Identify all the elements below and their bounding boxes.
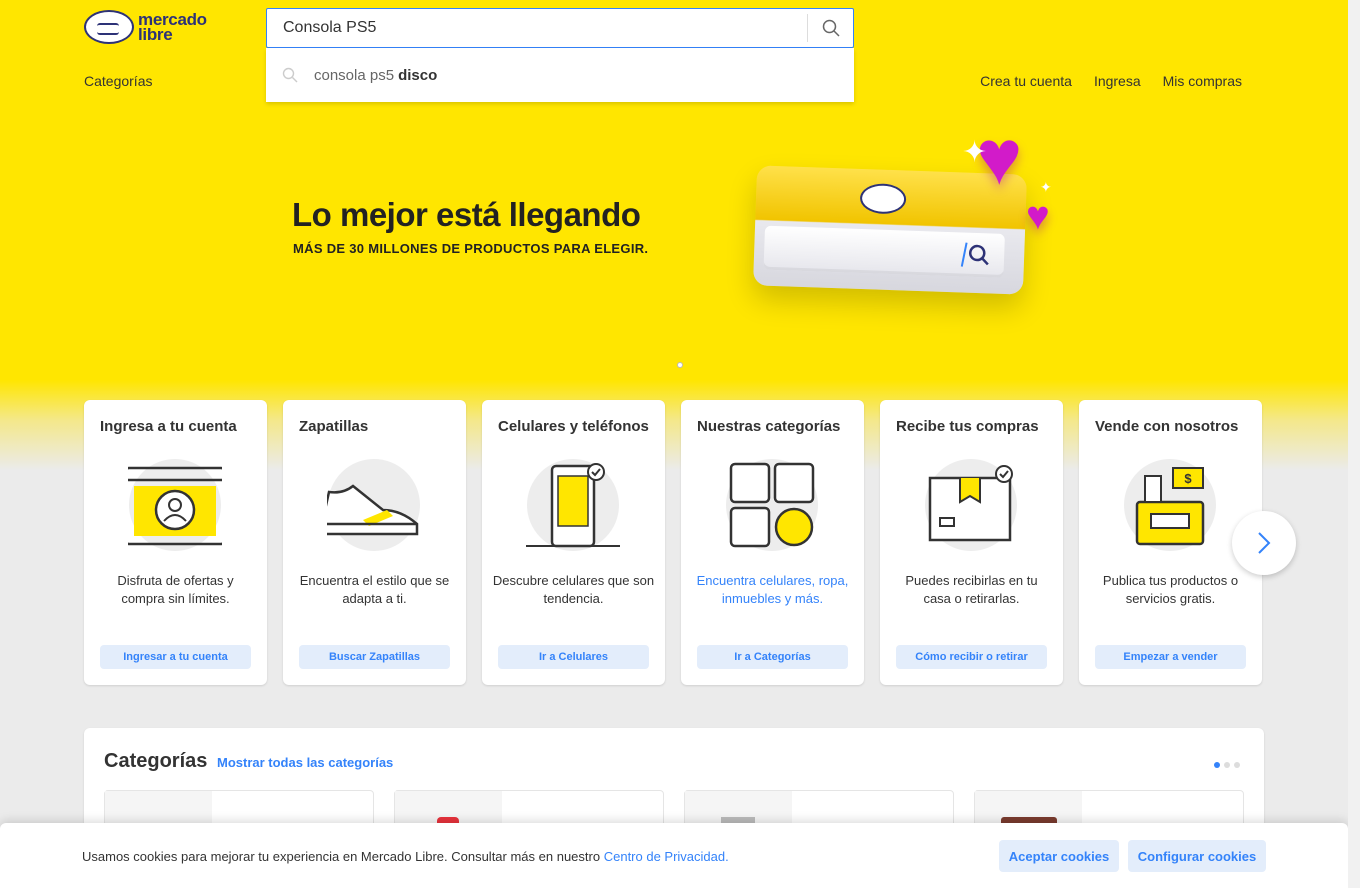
pager-dot[interactable] [1224, 762, 1230, 768]
card-description: Publica tus productos o servicios gratis… [1102, 573, 1239, 606]
search-icon [282, 67, 298, 83]
heart-icon: ♥ [1026, 194, 1050, 238]
cookie-message: Usamos cookies para mejorar tu experienc… [82, 849, 729, 864]
card-title: Celulares y teléfonos [498, 418, 649, 435]
card-button[interactable]: Buscar Zapatillas [299, 645, 450, 669]
sparkle-icon: ✦ [1040, 179, 1052, 195]
account-window-icon [128, 459, 222, 551]
pager-dot[interactable] [1214, 762, 1220, 768]
nav-create-account[interactable]: Crea tu cuenta [980, 73, 1072, 89]
card-phones: Celulares y teléfonos Descubre celulares… [482, 400, 665, 685]
card-shipping: Recibe tus compras Puedes recibirlas en … [880, 400, 1063, 685]
categories-pager [1214, 762, 1240, 768]
card-button[interactable]: Empezar a vender [1095, 645, 1246, 669]
show-all-categories-link[interactable]: Mostrar todas las categorías [217, 755, 393, 770]
search-button[interactable] [807, 14, 853, 42]
card-login: Ingresa a tu cuenta Disfruta de ofertas … [84, 400, 267, 685]
sneaker-icon [327, 459, 420, 551]
hero-subtitle: MÁS DE 30 MILLONES DE PRODUCTOS PARA ELE… [293, 241, 649, 256]
card-sneakers: Zapatillas Encuentra el estilo que se ad… [283, 400, 466, 685]
card-categories: Nuestras categorías Encuentra celulares,… [681, 400, 864, 685]
carousel-next-button[interactable] [1232, 511, 1296, 575]
categories-grid-icon [726, 459, 818, 551]
section-title: Categorías [104, 750, 208, 772]
search-icon [822, 19, 840, 37]
card-description: Encuentra el estilo que se adapta a ti. [299, 573, 450, 606]
card-button[interactable]: Ingresar a tu cuenta [100, 645, 251, 669]
phone-icon [526, 459, 620, 551]
card-description: Puedes recibirlas en tu casa o retirarla… [905, 573, 1038, 606]
card-description[interactable]: Encuentra celulares, ropa, inmuebles y m… [691, 572, 854, 608]
sparkle-icon: ✦ [962, 136, 988, 169]
card-description: Disfruta de ofertas y compra sin límites… [117, 573, 234, 606]
card-title: Vende con nosotros [1095, 418, 1239, 435]
card-title: Zapatillas [299, 418, 369, 435]
hero-title: Lo mejor está llegando [292, 196, 641, 233]
card-button[interactable]: Ir a Categorías [697, 645, 848, 669]
user-nav: Crea tu cuenta Ingresa Mis compras [980, 73, 1242, 89]
package-box-icon [925, 459, 1017, 551]
shortcut-cards: Ingresa a tu cuenta Disfruta de ofertas … [84, 400, 1262, 685]
nav-categories[interactable]: Categorías [84, 73, 152, 89]
card-title: Ingresa a tu cuenta [100, 418, 237, 435]
mercado-libre-logo[interactable]: mercado libre [84, 10, 207, 44]
pager-dot[interactable] [1234, 762, 1240, 768]
chevron-right-icon [1258, 532, 1271, 554]
suggestion-bold: disco [398, 66, 438, 84]
search-input[interactable] [267, 19, 807, 37]
card-button[interactable]: Cómo recibir o retirar [896, 645, 1047, 669]
logo-text: mercado libre [138, 10, 207, 44]
suggestion-item[interactable]: consola ps5 disco [266, 67, 437, 84]
search-icon [960, 242, 989, 267]
nav-login[interactable]: Ingresa [1094, 73, 1141, 89]
privacy-center-link[interactable]: Centro de Privacidad. [604, 849, 729, 864]
store-register-icon: $ [1124, 459, 1216, 551]
handshake-logo-icon [84, 10, 134, 44]
page-scrollbar[interactable] [1348, 0, 1360, 888]
hero-search-bar-illustration [763, 225, 1005, 278]
carousel-dot[interactable] [677, 362, 683, 368]
accept-cookies-button[interactable]: Aceptar cookies [999, 840, 1119, 872]
svg-text:$: $ [1184, 471, 1192, 486]
card-title: Nuestras categorías [697, 418, 841, 435]
cookie-banner: Usamos cookies para mejorar tu experienc… [0, 823, 1348, 888]
suggestion-prefix: consola ps5 [314, 66, 395, 84]
search-suggestions: consola ps5 disco [266, 48, 854, 102]
card-description: Descubre celulares que son tendencia. [492, 573, 655, 606]
configure-cookies-button[interactable]: Configurar cookies [1128, 840, 1266, 872]
nav-my-purchases[interactable]: Mis compras [1163, 73, 1242, 89]
card-title: Recibe tus compras [896, 418, 1039, 435]
search-bar [266, 8, 854, 48]
card-button[interactable]: Ir a Celulares [498, 645, 649, 669]
handshake-logo-icon [859, 182, 907, 215]
